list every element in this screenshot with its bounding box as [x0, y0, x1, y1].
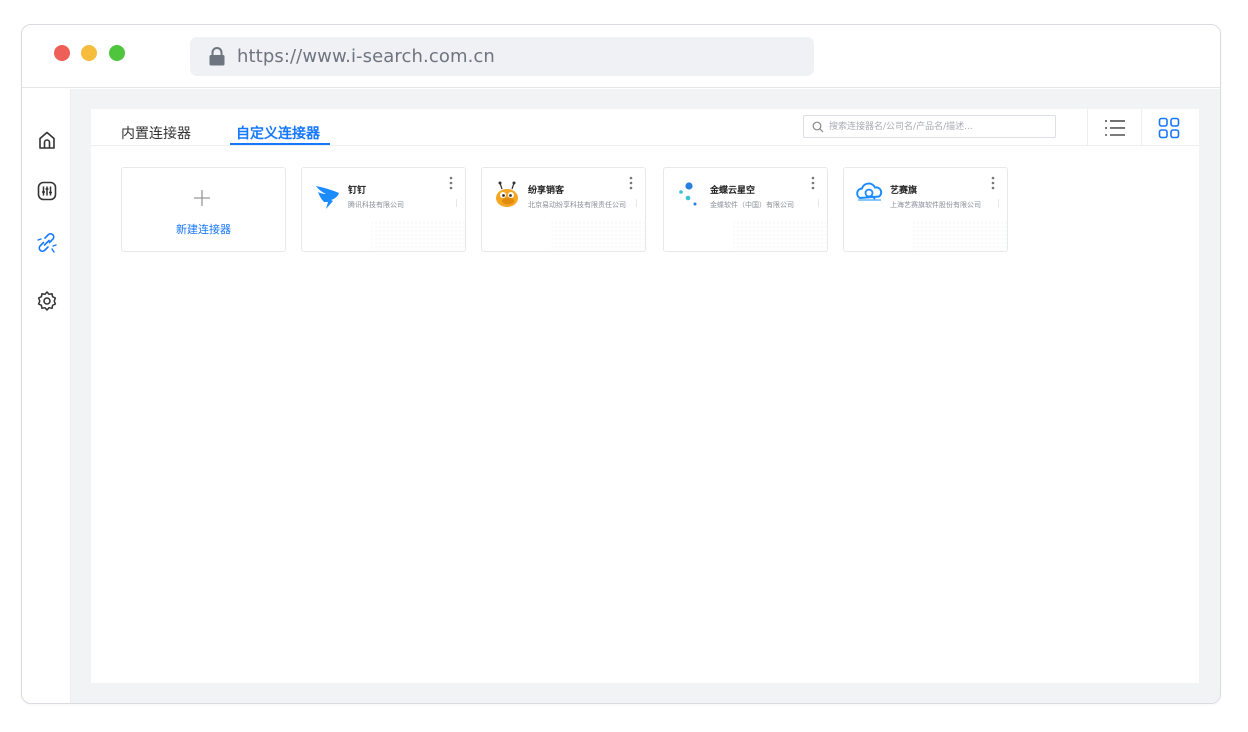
grid-view-button[interactable] — [1141, 109, 1195, 146]
card-divider — [998, 199, 999, 207]
connector-name: 金蝶云星空 — [710, 186, 756, 196]
connector-name: 钉钉 — [348, 186, 367, 196]
search-box[interactable] — [803, 115, 1056, 138]
browser-titlebar: https://www.i-search.com.cn — [22, 25, 1220, 88]
connector-company: 上海艺赛旗软件股份有限公司 — [890, 201, 981, 209]
address-bar[interactable]: https://www.i-search.com.cn — [190, 37, 814, 76]
card-divider — [818, 199, 819, 207]
more-options-icon[interactable] — [811, 176, 815, 190]
more-options-icon[interactable] — [449, 176, 453, 190]
connector-card[interactable]: 艺赛旗 上海艺赛旗软件股份有限公司 — [843, 167, 1008, 252]
list-icon — [1104, 119, 1125, 136]
connector-icon[interactable] — [36, 232, 58, 254]
new-connector-label: 新建连接器 — [176, 223, 231, 236]
list-view-button[interactable] — [1087, 109, 1141, 146]
card-divider — [456, 199, 457, 207]
close-window-button[interactable] — [54, 45, 70, 61]
card-pattern — [370, 221, 465, 251]
connector-company: 金蝶软件（中国）有限公司 — [710, 201, 794, 209]
tabs-row: 内置连接器 自定义连接器 — [91, 109, 1199, 146]
more-options-icon[interactable] — [991, 176, 995, 190]
grid-icon — [1158, 117, 1179, 138]
lock-icon — [209, 47, 225, 66]
maximize-window-button[interactable] — [109, 45, 125, 61]
settings-icon[interactable] — [36, 290, 58, 312]
connector-name: 纷享销客 — [528, 186, 565, 196]
search-input[interactable] — [829, 118, 1049, 135]
kingdee-logo-icon — [679, 182, 697, 206]
connector-card[interactable]: 钉钉 腾讯科技有限公司 — [301, 167, 466, 252]
card-pattern — [550, 221, 645, 251]
browser-window: https://www.i-search.com.cn 内置连接器 自定义连接器… — [21, 24, 1221, 704]
isearch-logo-icon — [856, 182, 883, 201]
search-icon — [812, 121, 824, 133]
main-content: 内置连接器 自定义连接器 搜索连接器名/公司名/产品名/描述... 新建连接器 … — [71, 89, 1220, 703]
sliders-icon[interactable] — [36, 180, 58, 202]
sidebar — [22, 89, 71, 703]
connector-card[interactable]: 纷享销客 北京易动纷享科技有限责任公司 — [481, 167, 646, 252]
minimize-window-button[interactable] — [81, 45, 97, 61]
active-tab-indicator — [230, 143, 330, 145]
dingtalk-logo-icon — [316, 186, 339, 209]
fxiaoke-logo-icon — [496, 181, 518, 207]
connector-company: 腾讯科技有限公司 — [348, 201, 404, 209]
home-icon[interactable] — [36, 129, 58, 151]
connector-card[interactable]: 金蝶云星空 金蝶软件（中国）有限公司 — [663, 167, 828, 252]
tab-custom-connectors[interactable]: 自定义连接器 — [236, 123, 320, 143]
card-divider — [636, 199, 637, 207]
tab-builtin-connectors[interactable]: 内置连接器 — [121, 123, 191, 143]
connector-panel: 内置连接器 自定义连接器 搜索连接器名/公司名/产品名/描述... 新建连接器 … — [91, 109, 1199, 683]
card-pattern — [732, 221, 827, 251]
url-text: https://www.i-search.com.cn — [237, 46, 495, 67]
new-connector-card[interactable]: 新建连接器 — [121, 167, 286, 252]
more-options-icon[interactable] — [629, 176, 633, 190]
card-pattern — [912, 221, 1007, 251]
connector-name: 艺赛旗 — [890, 186, 918, 196]
connector-company: 北京易动纷享科技有限责任公司 — [528, 201, 626, 209]
plus-icon — [194, 190, 210, 206]
